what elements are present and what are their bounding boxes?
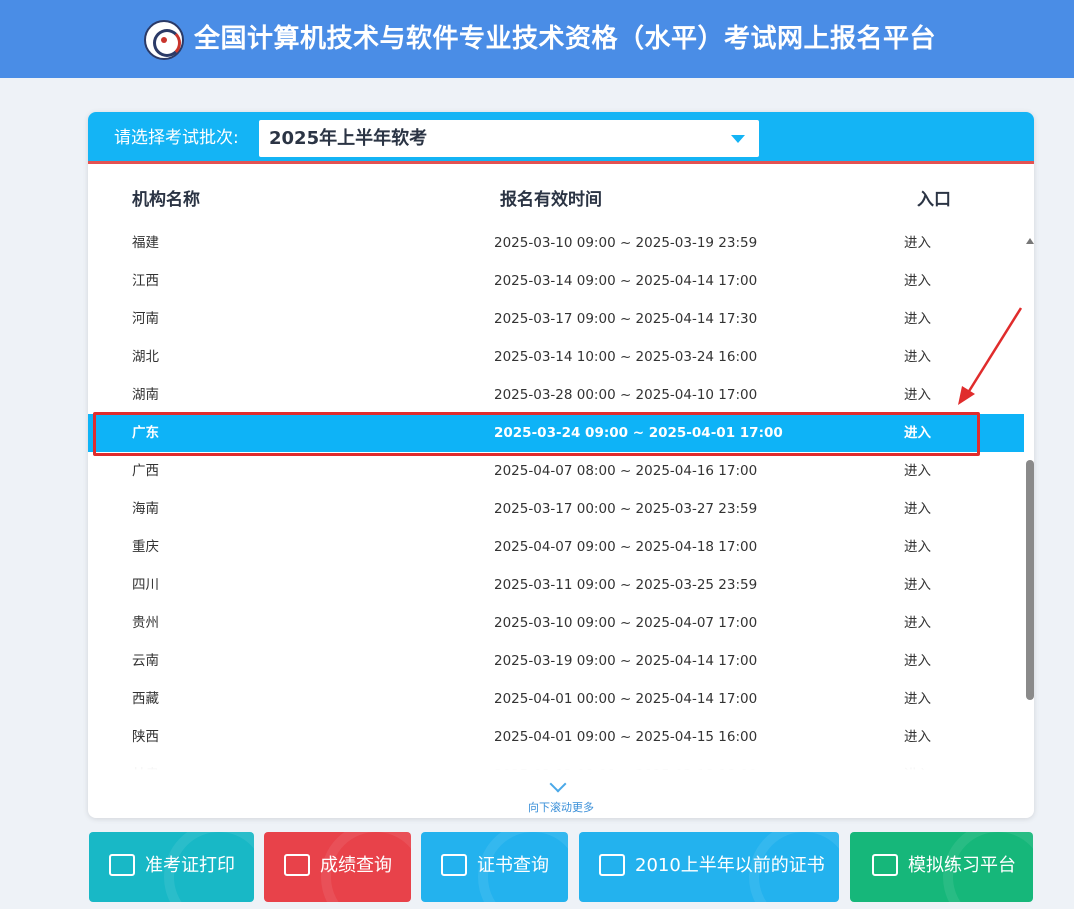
column-header-time: 报名有效时间	[500, 190, 602, 210]
batch-dropdown[interactable]: 2025年上半年软考	[259, 120, 759, 157]
registration-period: 2025-04-07 09:00 ~ 2025-04-18 17:00	[494, 539, 758, 555]
registration-period: 2025-03-24 09:00 ~ 2025-04-01 17:00	[494, 425, 783, 441]
enter-link[interactable]: 进入	[904, 576, 931, 594]
old-certificate-label: 2010上半年以前的证书	[635, 855, 825, 876]
column-header-entry: 入口	[917, 190, 951, 210]
id-card-icon	[109, 854, 135, 876]
org-name: 福建	[132, 235, 159, 251]
table-row[interactable]: 湖南 2025-03-28 00:00 ~ 2025-04-10 17:00 进入	[88, 376, 1024, 414]
enter-link[interactable]: 进入	[904, 348, 931, 366]
table-row[interactable]: 云南 2025-03-19 09:00 ~ 2025-04-14 17:00 进入	[88, 642, 1024, 680]
table-row[interactable]: 海南 2025-03-17 00:00 ~ 2025-03-27 23:59 进入	[88, 490, 1024, 528]
org-name: 四川	[132, 577, 159, 593]
chevron-down-icon[interactable]	[731, 135, 745, 143]
score-query-label: 成绩查询	[320, 855, 392, 876]
table-row[interactable]: 重庆 2025-04-07 09:00 ~ 2025-04-18 17:00 进入	[88, 528, 1024, 566]
org-name: 西藏	[132, 691, 159, 707]
table-row[interactable]: 福建 2025-03-10 09:00 ~ 2025-03-19 23:59 进入	[88, 224, 1024, 262]
enter-link[interactable]: 进入	[904, 272, 931, 290]
org-name: 河南	[132, 311, 159, 327]
exam-logo-icon	[144, 20, 184, 60]
edit-text-icon	[872, 854, 898, 876]
registration-period: 2025-04-07 08:00 ~ 2025-04-16 17:00	[494, 463, 758, 479]
org-name: 江西	[132, 273, 159, 289]
org-name: 湖北	[132, 349, 159, 365]
column-header-org: 机构名称	[132, 190, 200, 210]
registration-period: 2025-03-14 09:00 ~ 2025-04-14 17:00	[494, 273, 758, 289]
registration-period: 2025-04-01 00:00 ~ 2025-04-14 17:00	[494, 691, 758, 707]
registration-panel: 请选择考试批次: 2025年上半年软考 机构名称 报名有效时间 入口 福建 202…	[88, 112, 1034, 818]
org-name: 重庆	[132, 539, 159, 555]
batch-selected-value: 2025年上半年软考	[269, 128, 428, 149]
practice-platform-button[interactable]: 模拟练习平台	[850, 832, 1033, 902]
old-certificate-button[interactable]: 2010上半年以前的证书	[579, 832, 839, 902]
table-row[interactable]: 四川 2025-03-11 09:00 ~ 2025-03-25 23:59 进入	[88, 566, 1024, 604]
table-row[interactable]: 贵州 2025-03-10 09:00 ~ 2025-04-07 17:00 进入	[88, 604, 1024, 642]
org-name: 贵州	[132, 615, 159, 631]
quick-links: 准考证打印 成绩查询 证书查询 2010上半年以前的证书 模拟练习平台	[0, 832, 1074, 909]
table-row[interactable]: 广东 2025-03-24 09:00 ~ 2025-04-01 17:00 进入	[88, 414, 1024, 452]
registration-period: 2025-03-17 00:00 ~ 2025-03-27 23:59	[494, 501, 758, 517]
org-name: 广东	[132, 425, 159, 441]
org-name: 广西	[132, 463, 159, 479]
certificate-query-label: 证书查询	[477, 855, 549, 876]
site-header: 全国计算机技术与软件专业技术资格（水平）考试网上报名平台	[0, 0, 1074, 78]
enter-link[interactable]: 进入	[904, 234, 931, 252]
practice-platform-label: 模拟练习平台	[908, 855, 1016, 876]
registration-period: 2025-03-28 00:00 ~ 2025-04-10 17:00	[494, 387, 758, 403]
certificate-query-button[interactable]: 证书查询	[421, 832, 568, 902]
org-name: 湖南	[132, 387, 159, 403]
enter-link[interactable]: 进入	[904, 538, 931, 556]
enter-link[interactable]: 进入	[904, 500, 931, 518]
org-name: 海南	[132, 501, 159, 517]
enter-link[interactable]: 进入	[904, 424, 931, 442]
table-row[interactable]: 江西 2025-03-14 09:00 ~ 2025-04-14 17:00 进入	[88, 262, 1024, 300]
enter-link[interactable]: 进入	[904, 386, 931, 404]
site-title: 全国计算机技术与软件专业技术资格（水平）考试网上报名平台	[194, 24, 937, 54]
certificate-search-icon	[599, 854, 625, 876]
registration-period: 2025-03-11 09:00 ~ 2025-03-25 23:59	[494, 577, 758, 593]
certificate-search-icon	[441, 854, 467, 876]
batch-selector-bar: 请选择考试批次: 2025年上半年软考	[88, 112, 1034, 164]
enter-link[interactable]: 进入	[904, 652, 931, 670]
table-row[interactable]: 湖北 2025-03-14 10:00 ~ 2025-03-24 16:00 进入	[88, 338, 1024, 376]
score-query-button[interactable]: 成绩查询	[264, 832, 411, 902]
scroll-more-hint[interactable]: 向下滚动更多	[88, 801, 1034, 815]
enter-link[interactable]: 进入	[904, 310, 931, 328]
table-row[interactable]: 西藏 2025-04-01 00:00 ~ 2025-04-14 17:00 进入	[88, 680, 1024, 718]
scroll-up-arrow-icon[interactable]	[1026, 238, 1034, 244]
registration-period: 2025-03-10 09:00 ~ 2025-03-19 23:59	[494, 235, 758, 251]
table-row[interactable]: 广西 2025-04-07 08:00 ~ 2025-04-16 17:00 进入	[88, 452, 1024, 490]
document-search-icon	[284, 854, 310, 876]
registration-period: 2025-03-14 10:00 ~ 2025-03-24 16:00	[494, 349, 758, 365]
enter-link[interactable]: 进入	[904, 462, 931, 480]
table-row[interactable]: 河南 2025-03-17 09:00 ~ 2025-04-14 17:30 进入	[88, 300, 1024, 338]
enter-link[interactable]: 进入	[904, 690, 931, 708]
scrollbar-thumb[interactable]	[1026, 460, 1034, 700]
batch-label: 请选择考试批次:	[114, 128, 239, 148]
admission-print-button[interactable]: 准考证打印	[89, 832, 254, 902]
registration-period: 2025-03-10 09:00 ~ 2025-04-07 17:00	[494, 615, 758, 631]
enter-link[interactable]: 进入	[904, 614, 931, 632]
org-name: 云南	[132, 653, 159, 669]
registration-period: 2025-03-17 09:00 ~ 2025-04-14 17:30	[494, 311, 758, 327]
registration-period: 2025-03-19 09:00 ~ 2025-04-14 17:00	[494, 653, 758, 669]
admission-print-label: 准考证打印	[145, 855, 235, 876]
registration-list[interactable]: 福建 2025-03-10 09:00 ~ 2025-03-19 23:59 进入江…	[88, 224, 1024, 774]
